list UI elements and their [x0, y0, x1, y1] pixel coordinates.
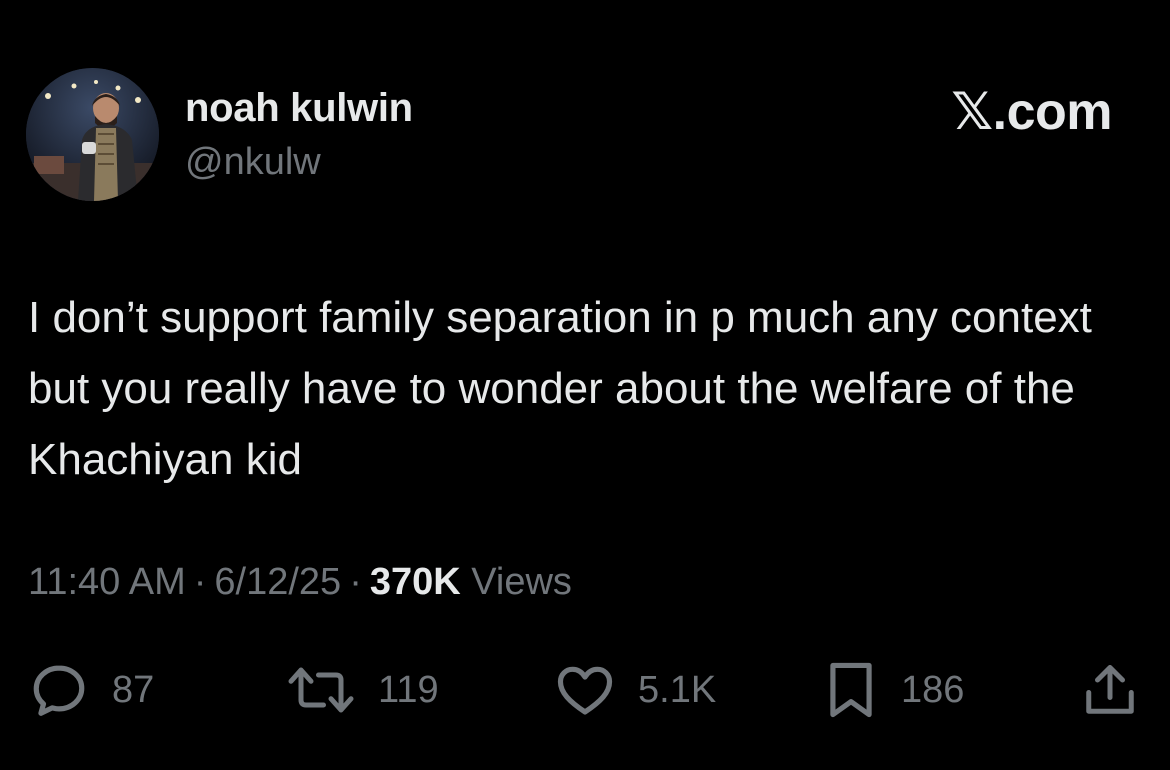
bookmark-count: 186 [901, 668, 965, 711]
views-count[interactable]: 370K [370, 561, 461, 603]
tweet-date[interactable]: 6/12/25 [214, 561, 341, 603]
tweet-text: I don’t support family separation in p m… [28, 293, 1092, 484]
retweet-count: 119 [378, 668, 439, 711]
reply-icon [33, 665, 85, 716]
bookmark-icon [830, 662, 872, 718]
views-label[interactable]: Views [471, 561, 572, 603]
like-count: 5.1K [638, 668, 717, 711]
share-icon [1086, 665, 1134, 714]
bookmark-button[interactable]: 186 [823, 655, 964, 725]
tweet-card: noah kulwin @nkulw 𝕏.com I don’t support… [0, 0, 1170, 770]
meta-separator: · [193, 561, 207, 603]
author-name[interactable]: noah kulwin [185, 86, 413, 131]
reply-button[interactable]: 87 [28, 655, 154, 725]
heart-icon [557, 666, 613, 715]
author-handle[interactable]: @nkulw [185, 141, 321, 184]
like-button[interactable]: 5.1K [554, 655, 716, 725]
meta-separator-2: · [349, 561, 362, 603]
retweet-icon [288, 667, 354, 713]
brand-logo: 𝕏.com [951, 83, 1112, 141]
avatar[interactable] [26, 68, 159, 201]
share-button[interactable] [1080, 655, 1140, 725]
tweet-time[interactable]: 11:40 AM [28, 561, 186, 603]
reply-count: 87 [112, 668, 155, 711]
retweet-button[interactable]: 119 [286, 655, 439, 725]
avatar-photo [26, 68, 159, 201]
action-bar: 87 119 5.1K 186 [0, 655, 1170, 725]
tweet-meta: 11:40 AM · 6/12/25 · 370K Views [28, 561, 572, 604]
